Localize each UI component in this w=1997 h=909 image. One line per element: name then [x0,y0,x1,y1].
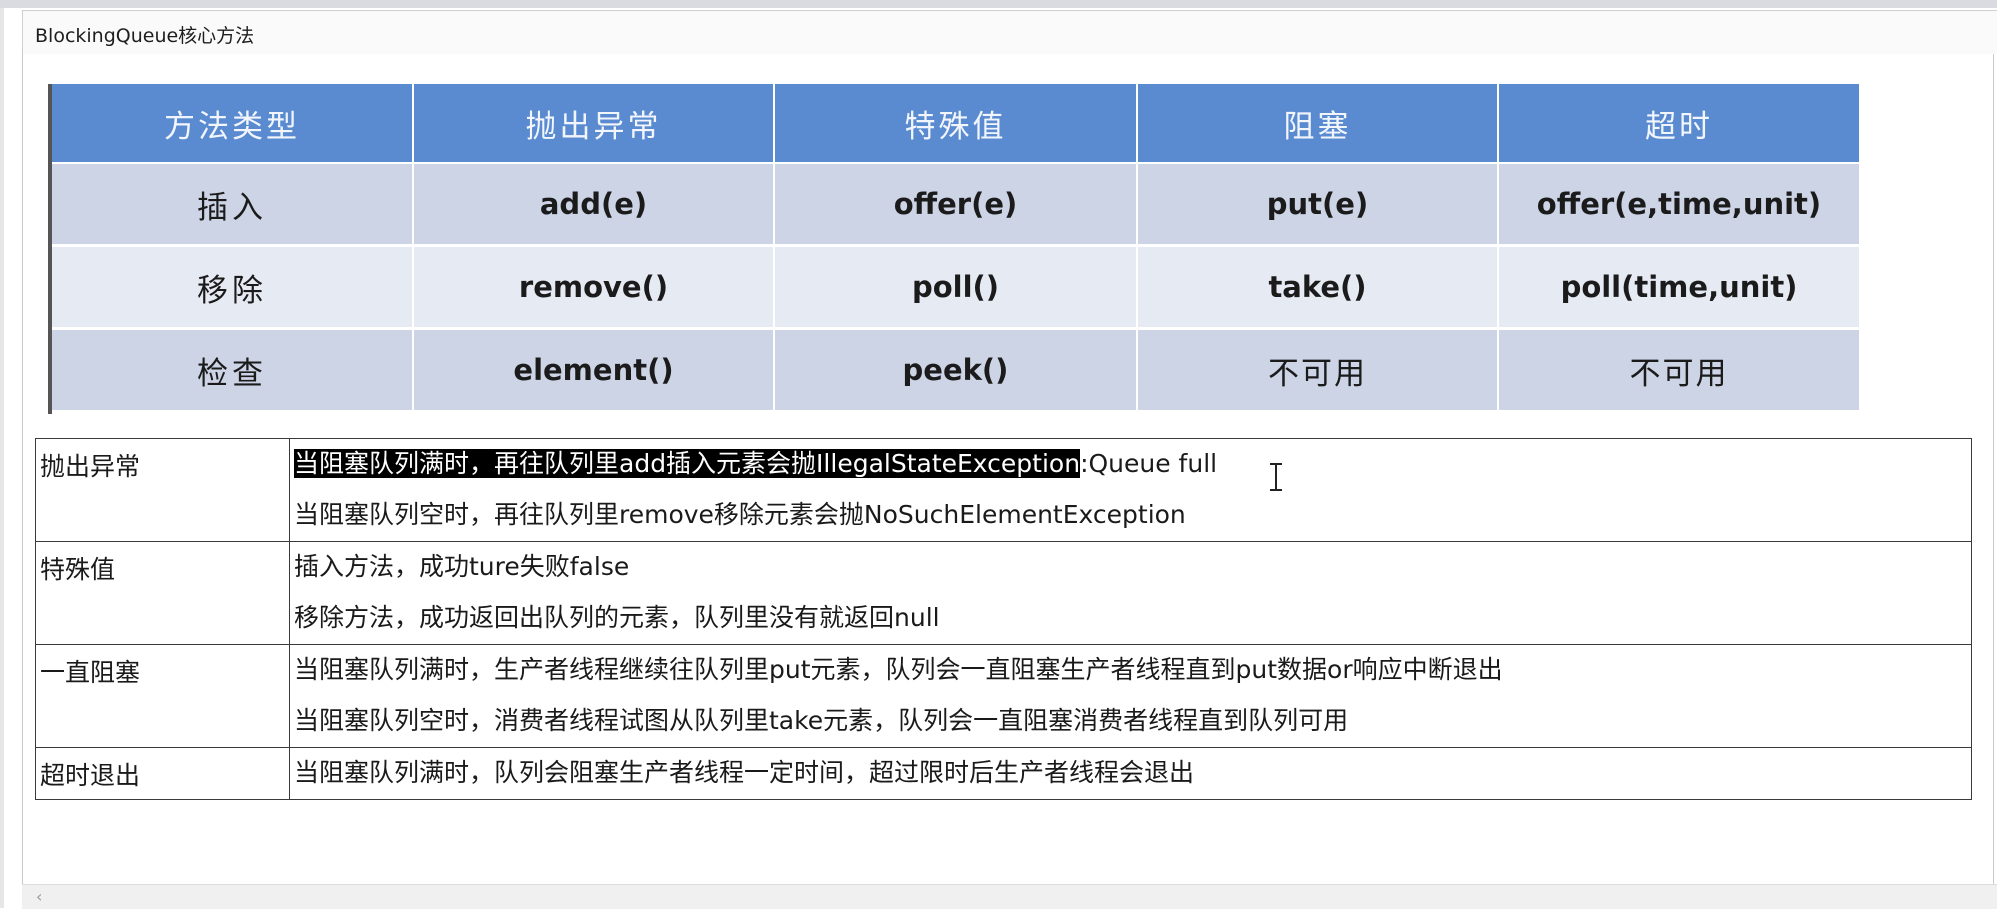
desc-line[interactable]: 插入方法，成功ture失败false [290,542,1971,593]
window-top-bar [0,0,1997,8]
frame-left-border [22,54,23,894]
desc-row-blocks: 一直阻塞 当阻塞队列满时，生产者线程继续往队列里put元素，队列会一直阻塞生产者… [35,644,1972,748]
cell-throws: remove() [413,245,775,330]
header-throws: 抛出异常 [413,84,775,164]
desc-line[interactable]: 当阻塞队列空时，消费者线程试图从队列里take元素，队列会一直阻塞消费者线程直到… [290,696,1971,747]
cell-timeout: offer(e,time,unit) [1498,163,1861,247]
desc-row-timeout: 超时退出 当阻塞队列满时，队列会阻塞生产者线程一定时间，超过限时后生产者线程会退… [35,747,1972,800]
row-label: 移除 [52,245,414,330]
cell-blocks: 不可用 [1137,328,1499,413]
desc-row-throws: 抛出异常 当阻塞队列满时，再往队列里add插入元素会抛IllegalStateE… [35,438,1972,542]
desc-line[interactable]: 移除方法，成功返回出队列的元素，队列里没有就返回null [290,593,1971,644]
methods-table-image: 方法类型 抛出异常 特殊值 阻塞 超时 插入 add(e) offer(e) p… [48,84,1864,414]
desc-line[interactable]: 当阻塞队列空时，再往队列里remove移除元素会抛NoSuchElementEx… [290,490,1971,541]
header-timeout: 超时 [1498,84,1861,164]
description-table: 抛出异常 当阻塞队列满时，再往队列里add插入元素会抛IllegalStateE… [35,438,1972,800]
frame-right-border [1993,54,1994,894]
desc-content: 当阻塞队列满时，再往队列里add插入元素会抛IllegalStateExcept… [289,438,1972,542]
desc-content: 当阻塞队列满时，队列会阻塞生产者线程一定时间，超过限时后生产者线程会退出 [289,747,1972,800]
cell-blocks: put(e) [1137,163,1499,247]
desc-row-special: 特殊值 插入方法，成功ture失败false 移除方法，成功返回出队列的元素，队… [35,541,1972,645]
desc-line[interactable]: 当阻塞队列满时，再往队列里add插入元素会抛IllegalStateExcept… [290,439,1971,490]
cell-blocks: take() [1137,245,1499,330]
cell-throws: add(e) [413,163,775,247]
horizontal-scrollbar[interactable]: ‹ [22,884,1997,909]
desc-category: 一直阻塞 [35,644,290,748]
cell-throws: element() [413,328,775,413]
cell-special: peek() [774,328,1138,413]
row-label: 检查 [52,328,414,413]
desc-content: 当阻塞队列满时，生产者线程继续往队列里put元素，队列会一直阻塞生产者线程直到p… [289,644,1972,748]
desc-line-tail[interactable]: :Queue full [1080,449,1217,478]
document-title: BlockingQueue核心方法 [35,25,255,47]
cell-special: poll() [774,245,1138,330]
desc-category: 超时退出 [35,747,290,800]
methods-row-examine: 检查 element() peek() 不可用 不可用 [52,328,1861,413]
desc-category: 特殊值 [35,541,290,645]
cell-timeout: poll(time,unit) [1498,245,1861,330]
selected-text[interactable]: 当阻塞队列满时，再往队列里add插入元素会抛IllegalStateExcept… [294,449,1081,478]
header-method-type: 方法类型 [52,84,414,164]
methods-row-remove: 移除 remove() poll() take() poll(time,unit… [52,245,1861,330]
left-edge [0,8,4,908]
methods-table: 方法类型 抛出异常 特殊值 阻塞 超时 插入 add(e) offer(e) p… [52,84,1861,413]
header-blocks: 阻塞 [1137,84,1499,164]
cell-timeout: 不可用 [1498,328,1861,413]
desc-content: 插入方法，成功ture失败false 移除方法，成功返回出队列的元素，队列里没有… [289,541,1972,645]
row-label: 插入 [52,163,414,247]
text-cursor-icon [1269,463,1283,491]
desc-line[interactable]: 当阻塞队列满时，队列会阻塞生产者线程一定时间，超过限时后生产者线程会退出 [290,748,1971,799]
document-title-bar: BlockingQueue核心方法 [22,10,1997,54]
methods-table-header: 方法类型 抛出异常 特殊值 阻塞 超时 [52,84,1861,164]
cell-special: offer(e) [774,163,1138,247]
desc-line[interactable]: 当阻塞队列满时，生产者线程继续往队列里put元素，队列会一直阻塞生产者线程直到p… [290,645,1971,696]
desc-category: 抛出异常 [35,438,290,542]
methods-row-insert: 插入 add(e) offer(e) put(e) offer(e,time,u… [52,163,1861,247]
scroll-left-icon[interactable]: ‹ [36,887,42,906]
header-special-value: 特殊值 [774,84,1138,164]
